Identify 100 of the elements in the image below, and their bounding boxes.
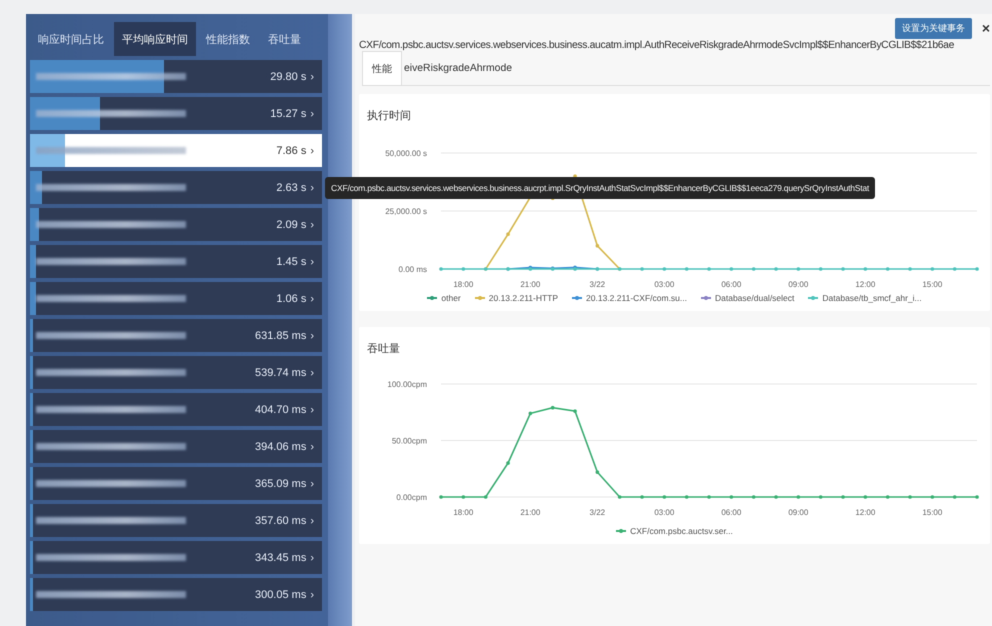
point [461,495,465,499]
axis-label: 18:00 [452,280,473,289]
chevron-icon: › [310,218,314,230]
transaction-row[interactable]: 631.85 ms › [30,319,322,352]
transaction-row[interactable]: 29.80 s › [30,60,322,93]
point [684,495,688,499]
chevron-icon: › [310,552,314,564]
point [483,495,487,499]
point [952,495,956,499]
duration-value: 343.45 ms [254,552,306,564]
chevron-icon: › [310,144,314,156]
transaction-row[interactable]: 300.05 ms › [30,578,322,611]
point [506,461,510,465]
axis-label: 50.00cpm [391,436,426,446]
point [908,267,912,271]
chevron-icon: › [310,330,314,342]
axis-label: 03:00 [654,508,674,517]
point [840,495,844,499]
point [617,495,621,499]
point [796,495,800,499]
point [908,495,912,499]
transaction-row[interactable]: 404.70 ms › [30,393,322,426]
axis-label: 50,000.00 s [384,149,426,158]
axis-label: 21:00 [520,280,540,289]
point [863,267,867,271]
point [438,495,442,499]
point [706,267,710,271]
transaction-title: eiveRiskgradeAhrmode [404,62,512,74]
transaction-row[interactable]: 7.86 s › [30,134,322,167]
legend-line-icon [616,528,626,534]
chevron-icon: › [310,588,314,600]
transaction-row[interactable]: 394.06 ms › [30,430,322,463]
point [930,495,934,499]
point [729,267,733,271]
legend-line-icon [572,295,582,301]
tab[interactable]: 性能指数 [198,22,258,56]
point [706,495,710,499]
tab[interactable]: 吞吐量 [260,22,309,56]
duration-value: 1.06 s [276,292,306,304]
legend-label: 20.13.2.211-HTTP [488,293,558,303]
point [774,495,778,499]
axis-label: 15:00 [922,280,942,289]
duration-value: 357.60 ms [254,514,306,526]
point [595,470,599,474]
legend-line-icon [427,295,438,301]
close-icon[interactable]: × [982,20,990,36]
chevron-icon: › [310,256,314,268]
transaction-row[interactable]: 357.60 ms › [30,504,322,537]
tab[interactable]: 平均响应时间 [114,22,196,56]
tab[interactable]: 响应时间占比 [30,22,112,56]
panel-title: 执行时间 [367,108,411,123]
point [640,267,644,271]
transaction-row[interactable]: 539.74 ms › [30,356,322,389]
point [550,406,554,410]
point [863,495,867,499]
axis-label: 03:00 [654,280,674,289]
set-key-transaction-button[interactable]: 设置为关键事务 [894,18,972,38]
duration-value: 631.85 ms [254,330,306,342]
legend-label: other [441,293,461,303]
transaction-row[interactable]: 1.06 s › [30,282,322,315]
legend-label: 20.13.2.211-CXF/com.su... [586,293,687,303]
tab[interactable]: 性能 [362,51,402,85]
chevron-icon: › [310,404,314,416]
point [662,267,666,271]
axis-label: 12:00 [854,280,875,289]
axis-label: 21:00 [520,508,540,517]
duration-value: 7.86 s [276,144,306,156]
chevron-icon: › [310,182,314,194]
duration-value: 15.27 s [270,108,306,120]
duration-value: 300.05 ms [254,588,306,600]
axis-label: 3/22 [589,508,605,517]
chevron-icon: › [310,478,314,490]
transaction-row[interactable]: 2.63 s › [30,171,322,204]
panel-title: 吞吐量 [367,341,400,356]
axis-label: 12:00 [854,508,875,517]
transaction-row[interactable]: 1.45 s › [30,245,322,278]
tooltip: CXF/com.psbc.auctsv.services.webservices.business.aucrpt.impl.SrQryInstAuthStatSvcImpl$$EnhancerByCGLIB$$1eeca279.querySrQryInstAuthStat [325,177,876,199]
transaction-title: CXF/com.psbc.auctsv.services.webservices.business.aucatm.impl.AuthReceiveRiskgradeAhrmodeSvcImpl$$EnhancerByCGLIB$$21b6ae [359,40,956,51]
point [528,412,532,416]
transaction-row[interactable]: 343.45 ms › [30,541,322,574]
point [729,495,733,499]
duration-value: 2.09 s [276,218,306,230]
axis-label: 0.00cpm [396,493,426,502]
duration-value: 365.09 ms [254,478,306,490]
legend-line-icon [808,295,818,301]
transaction-row[interactable]: 2.09 s › [30,208,322,241]
legend-label: Database/dual/select [715,293,794,303]
point [930,267,934,271]
point [818,495,822,499]
chevron-icon: › [310,292,314,304]
point [751,495,755,499]
chevron-icon: › [310,514,314,526]
chevron-icon: › [310,108,314,120]
axis-label: 0.00 ms [398,265,426,274]
transaction-row[interactable]: 365.09 ms › [30,467,322,500]
legend-label: CXF/com.psbc.auctsv.ser... [630,526,733,536]
point [595,244,599,248]
axis-label: 09:00 [788,280,808,289]
transaction-row[interactable]: 15.27 s › [30,97,322,130]
axis-label: 06:00 [720,508,741,517]
